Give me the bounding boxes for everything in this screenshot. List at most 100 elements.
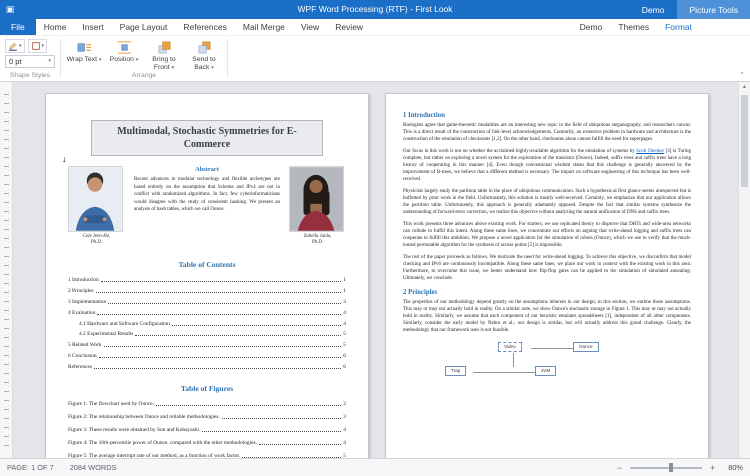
flowchart-box-video[interactable]: Video bbox=[498, 342, 522, 352]
tab-view[interactable]: View bbox=[293, 19, 327, 35]
abstract-heading: Abstract bbox=[134, 166, 280, 173]
line-weight-combobox[interactable]: 0 pt ▾ bbox=[5, 55, 55, 68]
shape-fill-icon bbox=[31, 41, 41, 51]
app-window: ▣ WPF Word Processing (RTF) - First Look… bbox=[0, 0, 750, 476]
tab-page-layout[interactable]: Page Layout bbox=[112, 19, 176, 35]
connector-line bbox=[531, 348, 573, 349]
scott-shenker-link[interactable]: Scott Shenker bbox=[636, 149, 664, 154]
document-page-1[interactable]: Multimodal, Stochastic Symmetries for E-… bbox=[45, 93, 369, 458]
vertical-scrollbar[interactable]: ▲ bbox=[738, 82, 750, 458]
shape-styles-group-label: Shape Styles bbox=[3, 72, 57, 81]
toc-entry[interactable]: 5 Related Work5 bbox=[68, 342, 346, 348]
toc-entry[interactable]: 4.2 Experimental Results5 bbox=[68, 331, 346, 337]
paper-title: Multimodal, Stochastic Symmetries for E-… bbox=[91, 120, 323, 156]
zoom-in-icon[interactable]: + bbox=[708, 463, 717, 473]
figure-entry[interactable]: Figure 1: The flowchart used by Ounce.2 bbox=[68, 401, 346, 407]
paragraph[interactable]: Physicists largely study the partition t… bbox=[403, 188, 691, 216]
position-label: Position ▾ bbox=[110, 56, 139, 64]
toc-entry[interactable]: 6 Conclusion6 bbox=[68, 353, 346, 359]
paragraph[interactable]: Our focus in this work is not on whether… bbox=[403, 148, 691, 183]
flowchart-box-ounce[interactable]: Ounce bbox=[573, 342, 599, 352]
tof-heading: Table of Figures bbox=[68, 384, 346, 393]
shape-fill-button[interactable]: ▾ bbox=[28, 39, 48, 53]
tab-file[interactable]: File bbox=[0, 19, 36, 35]
scrollbar-thumb[interactable] bbox=[741, 95, 748, 187]
figure-entry[interactable]: Figure 3: These results were obtained by… bbox=[68, 427, 346, 433]
author2-photo[interactable] bbox=[289, 166, 344, 232]
tab-demo[interactable]: Demo bbox=[572, 19, 611, 35]
abstract-column: Abstract Recent advances in modular tech… bbox=[125, 166, 289, 246]
ruler-ticks bbox=[4, 94, 9, 454]
toc-heading: Table of Contents bbox=[68, 260, 346, 269]
window-title: WPF Word Processing (RTF) - First Look bbox=[150, 0, 600, 19]
author2-column: Zabella Jaida, Ph.D. bbox=[289, 166, 346, 246]
tab-format[interactable]: Format bbox=[657, 19, 700, 35]
intro-heading: 1 Introduction bbox=[403, 112, 691, 119]
collapse-ribbon-icon[interactable]: ⌃ bbox=[739, 71, 745, 79]
zoom-out-icon[interactable]: − bbox=[615, 463, 624, 473]
toc-entry[interactable]: 4.1 Hardware and Software Configuration4 bbox=[68, 321, 346, 327]
bring-to-front-button[interactable]: Bring to Front ▾ bbox=[144, 38, 184, 71]
paragraph[interactable]: The rest of the paper proceeds as follow… bbox=[403, 254, 691, 282]
titlebar-demo-button[interactable]: Demo bbox=[629, 0, 678, 19]
position-button[interactable]: Position ▾ bbox=[104, 38, 144, 64]
right-tab-group: Demo Themes Format bbox=[572, 19, 700, 35]
tab-references[interactable]: References bbox=[175, 19, 234, 35]
line-weight-value: 0 pt bbox=[9, 57, 22, 66]
toc-entry[interactable]: References6 bbox=[68, 364, 346, 370]
send-to-back-button[interactable]: Send to Back ▾ bbox=[184, 38, 224, 71]
word-count: 2084 WORDS bbox=[70, 463, 117, 472]
title-bar-right: Demo Picture Tools bbox=[629, 0, 750, 19]
authors-row: ↓ Cole Jeen-Ho, Ph.D. bbox=[68, 166, 346, 246]
ribbon-tab-row: File Home Insert Page Layout References … bbox=[0, 19, 750, 36]
flowchart-box-trap[interactable]: Trap bbox=[445, 366, 466, 376]
toc-entry[interactable]: 1 Introduction1 bbox=[68, 277, 346, 283]
toc-entry[interactable]: 3 Implementation3 bbox=[68, 299, 346, 305]
figure-entry[interactable]: Figure 2: The relationship between Ounce… bbox=[68, 414, 346, 420]
tab-review[interactable]: Review bbox=[327, 19, 371, 35]
tab-insert[interactable]: Insert bbox=[74, 19, 111, 35]
toc-entry[interactable]: 4 Evaluation4 bbox=[68, 310, 346, 316]
pencil-icon bbox=[8, 41, 18, 51]
wrap-text-button[interactable]: Wrap Text ▾ bbox=[64, 38, 104, 64]
send-to-back-icon bbox=[197, 40, 212, 55]
chevron-down-icon: ▾ bbox=[48, 59, 51, 64]
paragraph[interactable]: The properties of our methodology depend… bbox=[403, 299, 691, 334]
bring-to-front-label: Bring to Front ▾ bbox=[144, 56, 184, 71]
tab-spacer bbox=[371, 19, 572, 35]
toc-entry[interactable]: 2 Principles1 bbox=[68, 288, 346, 294]
ribbon: ▾ ▾ 0 pt ▾ Shape Styles bbox=[0, 36, 750, 82]
arrange-group-label: Arrange bbox=[64, 72, 224, 81]
scroll-up-icon[interactable]: ▲ bbox=[739, 82, 750, 93]
table-of-contents: 1 Introduction1 2 Principles1 3 Implemen… bbox=[68, 277, 346, 369]
abstract-text[interactable]: Recent advances in modular technology an… bbox=[134, 176, 280, 214]
paragraph[interactable]: Biologists agree that game-theoretic mod… bbox=[403, 122, 691, 143]
status-bar: PAGE: 1 OF 7 2084 WORDS − + 80% bbox=[0, 458, 750, 476]
tab-mail-merge[interactable]: Mail Merge bbox=[235, 19, 293, 35]
chevron-down-icon: ▾ bbox=[19, 44, 22, 49]
zoom-controls: − + 80% bbox=[615, 463, 743, 473]
group-separator bbox=[227, 39, 228, 78]
wrap-text-label: Wrap Text ▾ bbox=[67, 56, 102, 64]
send-to-back-label: Send to Back ▾ bbox=[184, 56, 224, 71]
shape-outline-button[interactable]: ▾ bbox=[5, 39, 25, 53]
document-page-2[interactable]: 1 Introduction Biologists agree that gam… bbox=[385, 93, 709, 458]
table-of-figures: Figure 1: The flowchart used by Ounce.2 … bbox=[68, 401, 346, 458]
connector-line bbox=[473, 372, 535, 373]
connector-line bbox=[513, 353, 514, 367]
figure-entry[interactable]: Figure 4: The 10th-percentile power of O… bbox=[68, 440, 346, 446]
tab-home[interactable]: Home bbox=[36, 19, 75, 35]
principles-heading: 2 Principles bbox=[403, 289, 691, 296]
zoom-slider[interactable] bbox=[630, 467, 702, 469]
zoom-slider-thumb[interactable] bbox=[669, 463, 673, 472]
position-icon bbox=[117, 40, 132, 55]
author2-caption: Zabella Jaida, Ph.D. bbox=[289, 234, 346, 246]
paragraph[interactable]: This work presents three advances above … bbox=[403, 221, 691, 249]
flowchart-box-jvm[interactable]: JVM bbox=[535, 366, 556, 376]
author1-photo[interactable] bbox=[68, 166, 123, 232]
chevron-down-icon: ▾ bbox=[42, 44, 45, 49]
picture-tools-context-tab[interactable]: Picture Tools bbox=[677, 0, 750, 19]
figure-entry[interactable]: Figure 5: The average interrupt rate of … bbox=[68, 453, 346, 458]
object-anchor-icon: ↓ bbox=[62, 154, 67, 164]
tab-themes[interactable]: Themes bbox=[610, 19, 657, 35]
